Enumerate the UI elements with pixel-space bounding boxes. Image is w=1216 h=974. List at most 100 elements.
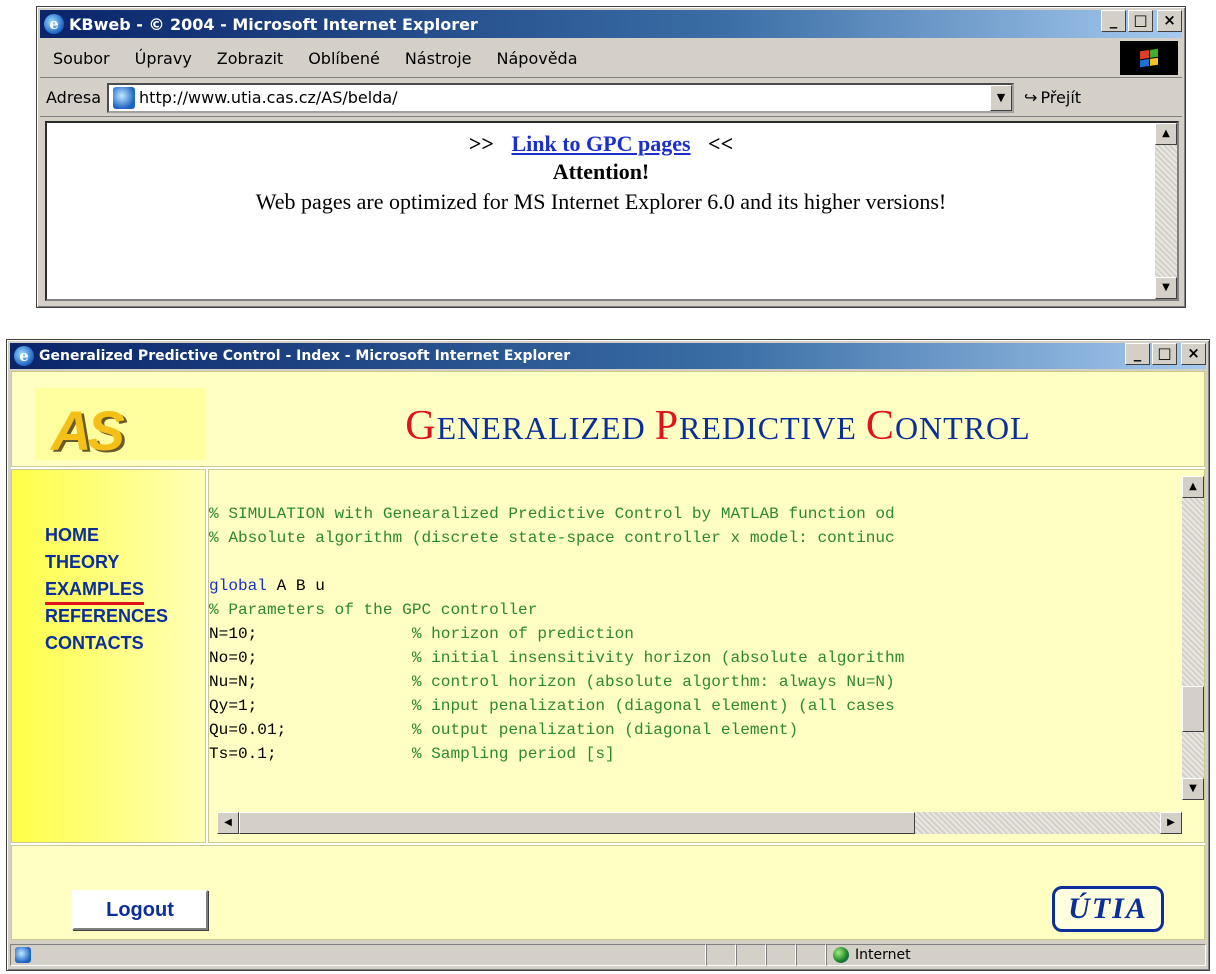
- nav-contacts[interactable]: CONTACTS: [45, 630, 205, 657]
- page-icon: [113, 86, 136, 109]
- status-cell: [766, 944, 796, 966]
- go-arrow-icon: ↪: [1024, 88, 1038, 107]
- page-content: >> Link to GPC pages << Attention! Web p…: [45, 121, 1179, 301]
- go-button[interactable]: ↪ Přejít: [1024, 88, 1081, 107]
- title-bar[interactable]: e KBweb - © 2004 - Microsoft Internet Ex…: [40, 10, 1182, 38]
- address-input[interactable]: http://www.utia.cas.cz/AS/belda/ ▼: [107, 82, 1015, 113]
- code-param-comment: % horizon of prediction: [411, 625, 634, 643]
- address-bar: Adresa http://www.utia.cas.cz/AS/belda/ …: [40, 79, 1182, 117]
- browser-window-gpc: e Generalized Predictive Control - Index…: [6, 339, 1210, 971]
- code-frame: % SIMULATION with Genearalized Predictiv…: [208, 469, 1205, 843]
- window-title: Generalized Predictive Control - Index -…: [39, 348, 571, 364]
- code-param-comment: % output penalization (diagonal element): [411, 721, 799, 739]
- code-param: No=0;: [209, 649, 258, 667]
- minimize-button[interactable]: _: [1125, 343, 1150, 365]
- menu-bar: Soubor Úpravy Zobrazit Oblíbené Nástroje…: [40, 40, 1182, 78]
- globe-icon: [833, 947, 849, 963]
- menu-zobrazit[interactable]: Zobrazit: [217, 49, 283, 68]
- scroll-thumb[interactable]: [239, 812, 915, 834]
- code-text: A B u: [266, 577, 325, 595]
- window-title: KBweb - © 2004 - Microsoft Internet Expl…: [69, 14, 478, 34]
- scroll-up-button[interactable]: ▲: [1155, 123, 1177, 145]
- footer-frame: Logout ÚTIA: [11, 845, 1205, 940]
- header-frame: AS GENERALIZED PREDICTIVE CONTROL: [11, 371, 1205, 467]
- nav-home[interactable]: HOME: [45, 522, 205, 549]
- code-param: Qy=1;: [209, 697, 258, 715]
- as-logo-text: AS: [51, 399, 125, 462]
- code-comment-line: % Parameters of the GPC controller: [209, 601, 538, 619]
- menu-soubor[interactable]: Soubor: [53, 49, 110, 68]
- link-suffix: <<: [708, 131, 734, 156]
- attention-heading: Attention!: [552, 159, 650, 184]
- title-word-generalized: ENERALIZED: [436, 410, 646, 446]
- scroll-down-button[interactable]: ▼: [1182, 778, 1204, 800]
- code-param-comment: % Sampling period [s]: [411, 745, 615, 763]
- maximize-button[interactable]: □: [1128, 10, 1153, 32]
- address-dropdown-button[interactable]: ▼: [990, 84, 1013, 111]
- status-text-cell: [10, 944, 706, 966]
- title-bar[interactable]: e Generalized Predictive Control - Index…: [10, 343, 1206, 369]
- side-navigation: HOME THEORY EXAMPLES REFERENCES CONTACTS: [11, 469, 206, 843]
- close-button[interactable]: ×: [1181, 343, 1206, 365]
- title-initial-g: G: [405, 403, 437, 449]
- minimize-button[interactable]: _: [1101, 10, 1126, 32]
- scroll-right-button[interactable]: ▶: [1160, 812, 1182, 834]
- address-value: http://www.utia.cas.cz/AS/belda/: [139, 88, 398, 107]
- middle-frames: HOME THEORY EXAMPLES REFERENCES CONTACTS…: [11, 469, 1205, 843]
- link-line: >> Link to GPC pages <<: [47, 131, 1155, 157]
- nav-references[interactable]: REFERENCES: [45, 603, 205, 630]
- scroll-down-button[interactable]: ▼: [1155, 277, 1177, 299]
- link-prefix: >>: [468, 131, 494, 156]
- title-word-control: ONTROL: [894, 410, 1031, 446]
- code-param: Nu=N;: [209, 673, 258, 691]
- title-word-predictive: REDICTIVE: [679, 410, 857, 446]
- code-comment-line: % SIMULATION with Genearalized Predictiv…: [209, 505, 895, 523]
- code-horizontal-scrollbar[interactable]: ◀ ▶: [217, 812, 1182, 834]
- windows-logo-icon: [1120, 41, 1178, 75]
- code-keyword: global: [209, 577, 267, 595]
- page-title: GENERALIZED PREDICTIVE CONTROL: [252, 402, 1184, 450]
- scroll-left-button[interactable]: ◀: [217, 812, 239, 834]
- caption-buttons: _ □ ×: [1101, 10, 1182, 32]
- scroll-up-button[interactable]: ▲: [1182, 476, 1204, 498]
- code-param-comment: % input penalization (diagonal element) …: [411, 697, 895, 715]
- browser-window-kbweb: e KBweb - © 2004 - Microsoft Internet Ex…: [36, 6, 1186, 308]
- menu-oblibene[interactable]: Oblíbené: [308, 49, 380, 68]
- utia-logo[interactable]: ÚTIA: [1052, 886, 1164, 932]
- code-param-comment: % initial insensitivity horizon (absolut…: [411, 649, 905, 667]
- code-param: Qu=0.01;: [209, 721, 287, 739]
- status-bar: Internet: [10, 943, 1206, 967]
- optimization-notice: Web pages are optimized for MS Internet …: [255, 189, 947, 214]
- scroll-thumb[interactable]: [1182, 686, 1204, 732]
- page-icon: [15, 947, 31, 963]
- code-param-comment: % control horizon (absolute algorthm: al…: [411, 673, 895, 691]
- code-comment-line: % Absolute algorithm (discrete state-spa…: [209, 529, 895, 547]
- status-cell: [706, 944, 736, 966]
- title-initial-p: P: [654, 403, 680, 449]
- as-logo: AS: [35, 388, 205, 462]
- address-label: Adresa: [46, 88, 102, 107]
- title-initial-c: C: [865, 403, 895, 449]
- menu-napoveda[interactable]: Nápověda: [497, 49, 578, 68]
- code-vertical-scrollbar[interactable]: ▲ ▼: [1182, 476, 1204, 800]
- zone-cell: Internet: [826, 944, 1206, 966]
- vertical-scrollbar[interactable]: ▲ ▼: [1155, 123, 1177, 299]
- maximize-button[interactable]: □: [1152, 343, 1177, 365]
- ie-icon: e: [44, 14, 64, 34]
- status-cell: [736, 944, 766, 966]
- matlab-code: % SIMULATION with Genearalized Predictiv…: [209, 478, 1182, 766]
- nav-theory[interactable]: THEORY: [45, 549, 205, 576]
- code-param: N=10;: [209, 625, 258, 643]
- ie-icon: e: [14, 346, 34, 366]
- page-content: AS GENERALIZED PREDICTIVE CONTROL HOME T…: [11, 371, 1205, 940]
- menu-upravy[interactable]: Úpravy: [135, 49, 192, 68]
- code-param: Ts=0.1;: [209, 745, 277, 763]
- menu-nastroje[interactable]: Nástroje: [405, 49, 472, 68]
- gpc-pages-link[interactable]: Link to GPC pages: [511, 131, 690, 156]
- zone-label: Internet: [855, 947, 911, 963]
- nav-examples[interactable]: EXAMPLES: [45, 576, 205, 603]
- close-button[interactable]: ×: [1157, 10, 1182, 32]
- caption-buttons: _ □ ×: [1125, 343, 1206, 365]
- logout-button[interactable]: Logout: [72, 890, 208, 930]
- status-cell: [796, 944, 826, 966]
